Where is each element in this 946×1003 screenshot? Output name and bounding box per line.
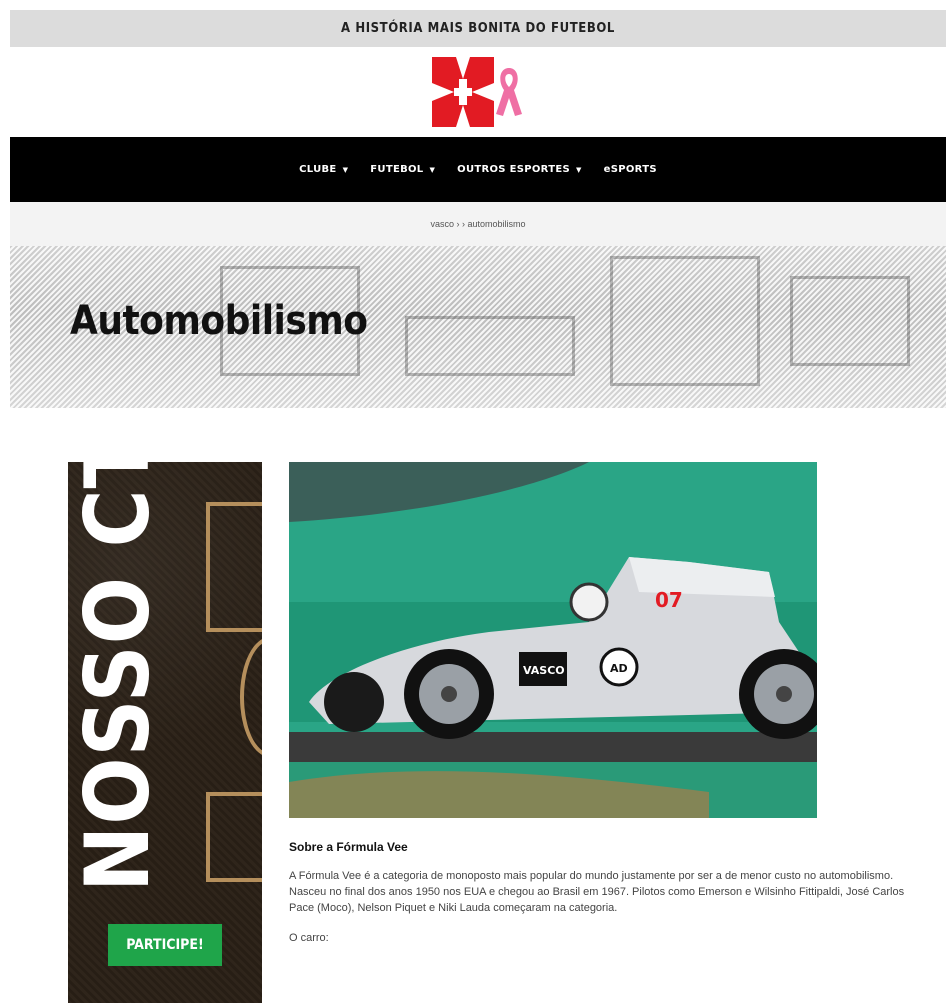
nav-outros-esportes[interactable]: OUTROS ESPORTES ▼ (457, 164, 581, 175)
main-navigation: CLUBE ▼ FUTEBOL ▼ OUTROS ESPORTES ▼ eSPO… (10, 137, 946, 202)
nav-esports[interactable]: eSPORTS (604, 164, 657, 175)
breadcrumb-text[interactable]: vasco › › automobilismo (430, 219, 525, 229)
main-content: NOSSO CT PARTICIPE! 07 VASCO AD Sobre a … (10, 462, 946, 1003)
logo-row (10, 47, 946, 137)
article-photo: 07 VASCO AD (289, 462, 817, 818)
nav-futebol[interactable]: FUTEBOL ▼ (370, 164, 435, 175)
hero-background-shape (790, 276, 910, 366)
field-line (206, 502, 262, 632)
article-subheading: O carro: (289, 932, 329, 944)
nav-futebol-label: FUTEBOL (370, 164, 424, 175)
club-logo[interactable] (432, 57, 524, 127)
page: A HISTÓRIA MAIS BONITA DO FUTEBOL CLUBE … (10, 10, 946, 1003)
nosso-ct-banner[interactable]: NOSSO CT PARTICIPE! (68, 462, 262, 1003)
nav-esports-label: eSPORTS (603, 164, 657, 175)
chevron-down-icon: ▼ (575, 165, 582, 174)
hero-background-shape (405, 316, 575, 376)
hero-background-shape (610, 256, 760, 386)
race-car-photo: 07 VASCO AD (289, 462, 817, 818)
svg-text:AD: AD (610, 662, 628, 675)
field-line (206, 792, 262, 882)
tagline: A HISTÓRIA MAIS BONITA DO FUTEBOL (341, 21, 615, 36)
article-paragraph: A Fórmula Vee é a categoria de monoposto… (289, 870, 905, 914)
nav-clube-label: CLUBE (299, 164, 337, 175)
pink-ribbon-icon (496, 68, 522, 116)
article-body: Sobre a Fórmula Vee A Fórmula Vee é a ca… (289, 840, 929, 960)
field-line (240, 637, 262, 757)
svg-text:VASCO: VASCO (523, 664, 565, 677)
vasco-cross-icon (432, 57, 494, 127)
breadcrumb: vasco › › automobilismo (10, 202, 946, 246)
top-tagline-bar: A HISTÓRIA MAIS BONITA DO FUTEBOL (10, 10, 946, 47)
banner-headline: NOSSO CT (68, 462, 169, 892)
nav-outros-esportes-label: OUTROS ESPORTES (457, 164, 570, 175)
page-title: Automobilismo (70, 298, 368, 344)
chevron-down-icon: ▼ (342, 165, 349, 174)
page-hero: Automobilismo (10, 246, 946, 408)
svg-text:07: 07 (655, 588, 683, 612)
participe-button[interactable]: PARTICIPE! (108, 924, 222, 966)
nav-clube[interactable]: CLUBE ▼ (299, 164, 348, 175)
article-heading: Sobre a Fórmula Vee (289, 840, 408, 854)
chevron-down-icon: ▼ (429, 165, 436, 174)
